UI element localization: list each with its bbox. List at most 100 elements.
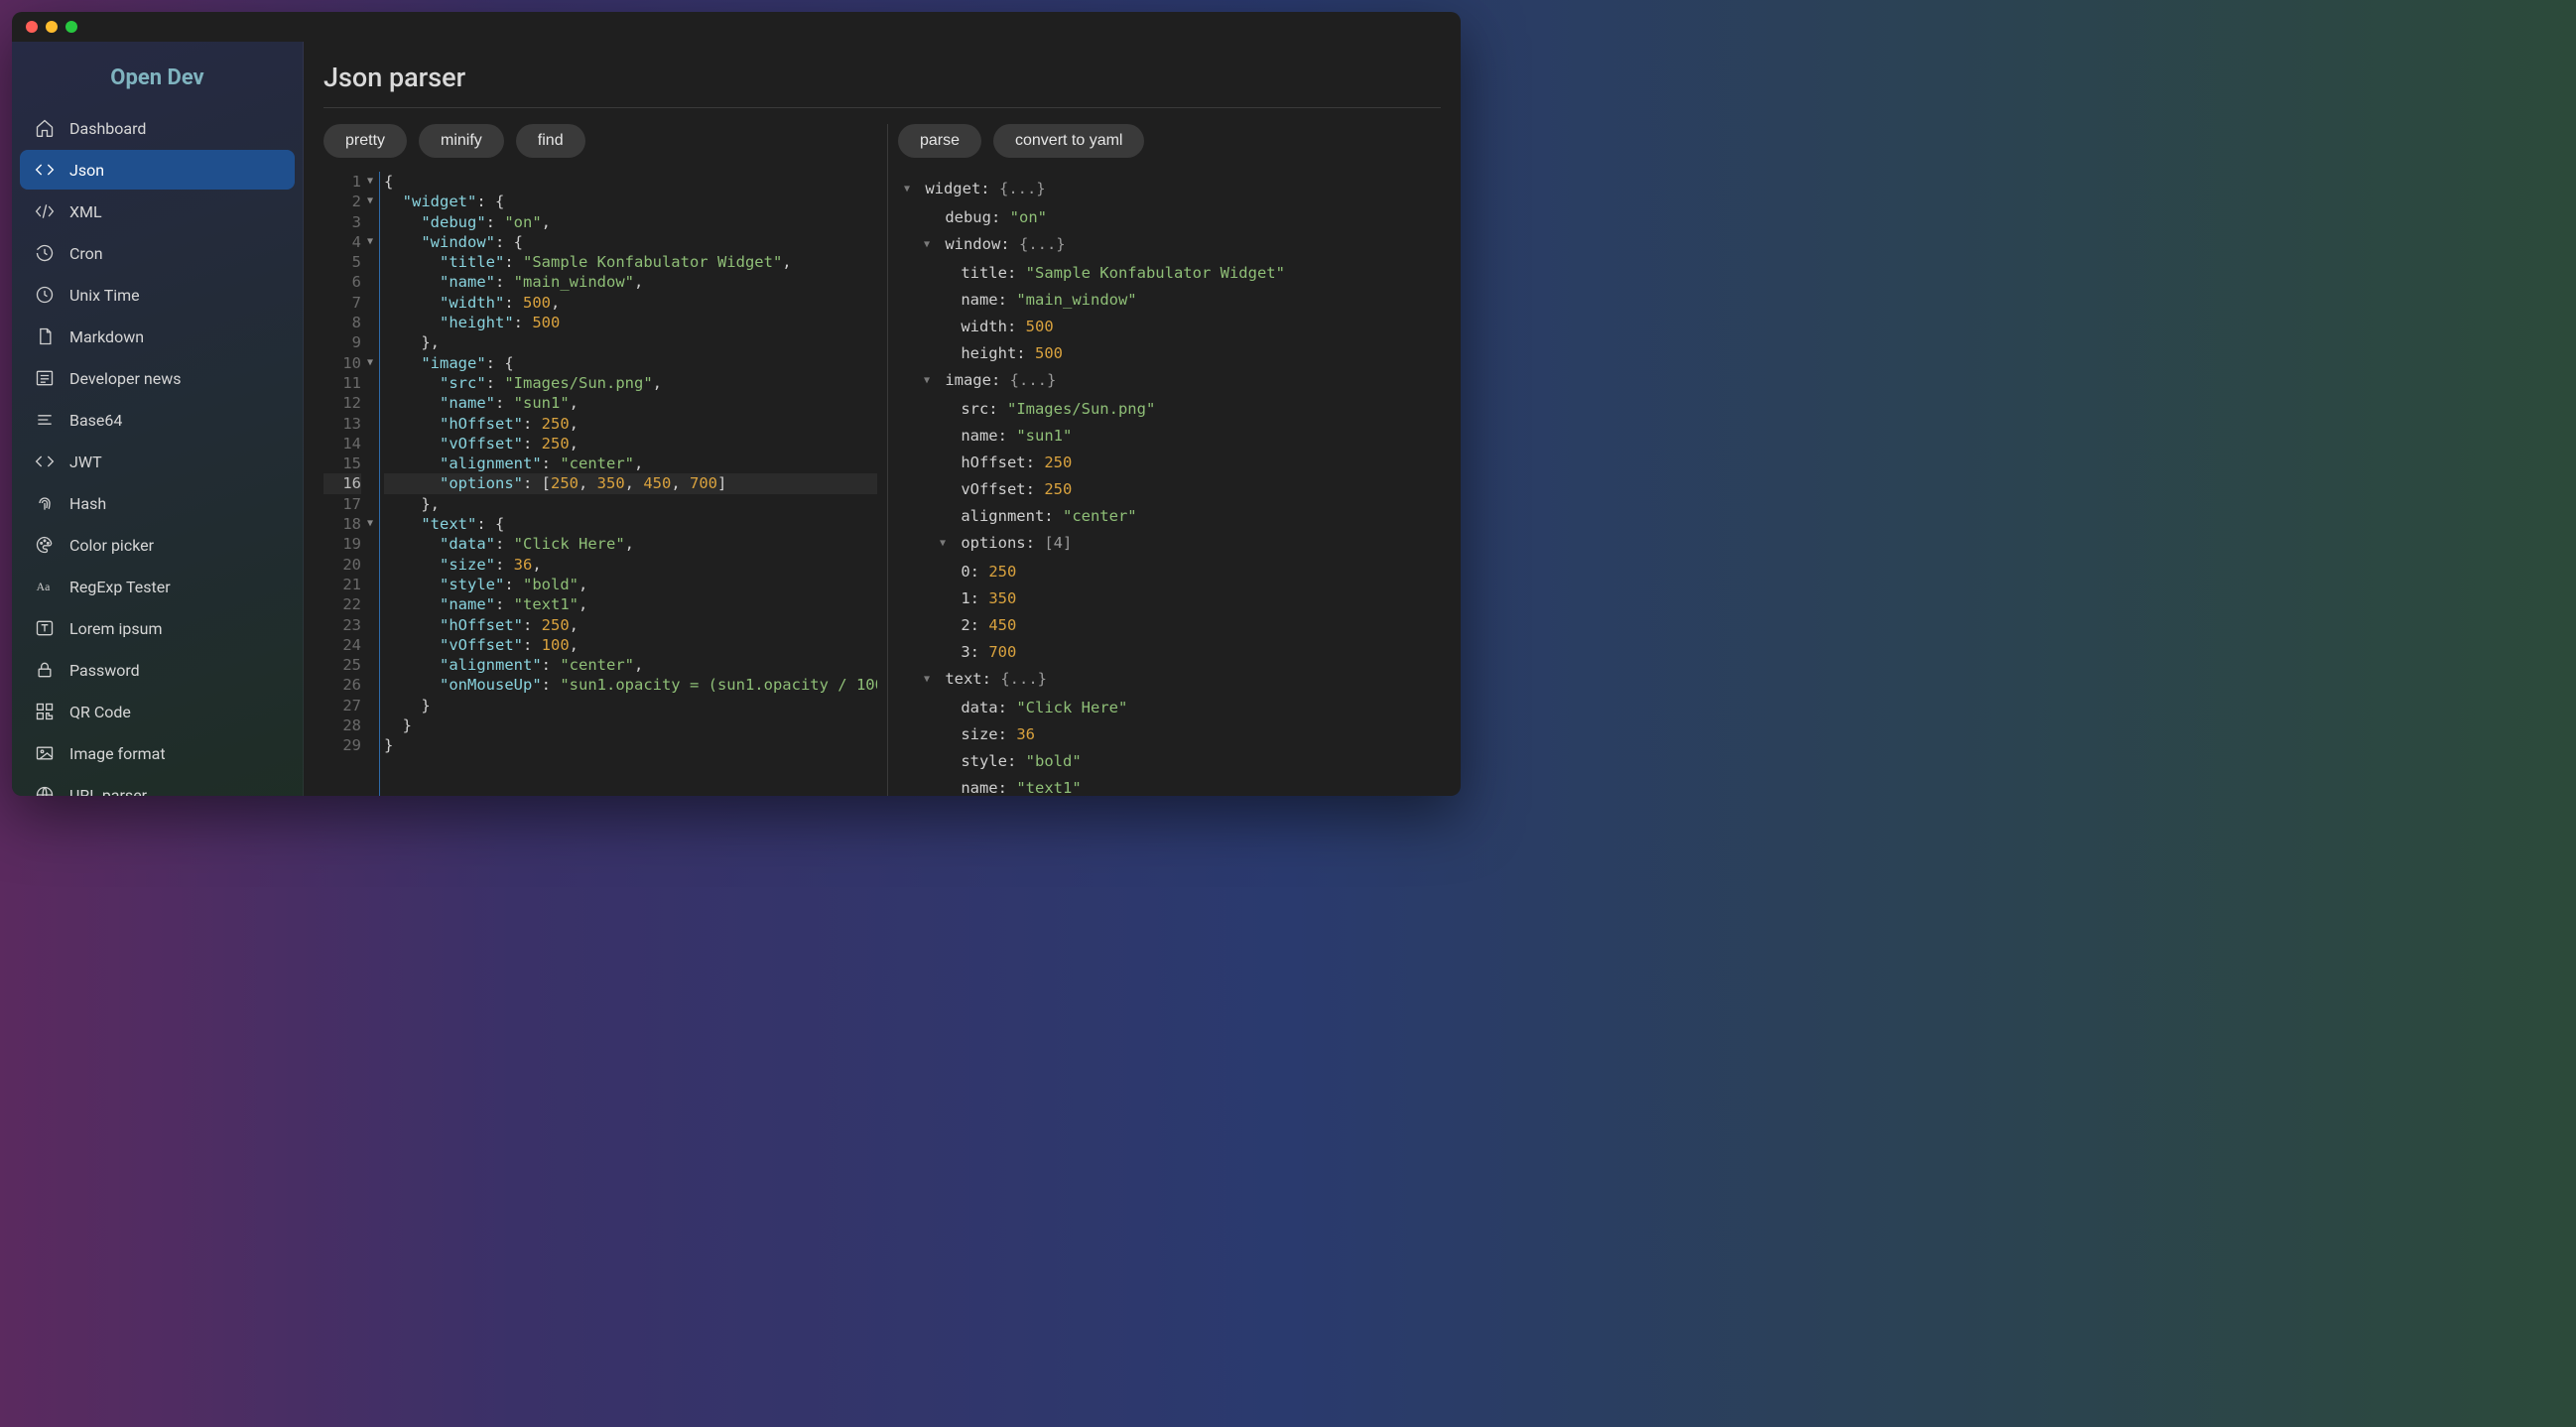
minify-button[interactable]: minify: [419, 124, 504, 158]
sidebar-item-qr-code[interactable]: QR Code: [20, 692, 295, 731]
tree-node[interactable]: height: 500: [898, 340, 1441, 367]
tree-node[interactable]: name: "sun1": [898, 423, 1441, 450]
code-line[interactable]: }: [384, 696, 877, 715]
code-line[interactable]: "style": "bold",: [384, 575, 877, 594]
code-line[interactable]: "vOffset": 100,: [384, 635, 877, 655]
code-line[interactable]: }: [384, 715, 877, 735]
image-icon: [34, 742, 56, 764]
sidebar-item-base64[interactable]: Base64: [20, 400, 295, 440]
caret-down-icon[interactable]: ▼: [924, 231, 936, 258]
sidebar-item-color-picker[interactable]: Color picker: [20, 525, 295, 565]
code-line[interactable]: },: [384, 332, 877, 352]
caret-down-icon[interactable]: ▼: [904, 176, 916, 202]
document-icon: [34, 325, 56, 347]
code-line[interactable]: "vOffset": 250,: [384, 434, 877, 454]
code-line[interactable]: }: [384, 735, 877, 755]
tree-node[interactable]: 1: 350: [898, 585, 1441, 612]
fold-toggle-icon[interactable]: ▼: [367, 514, 373, 534]
code-line[interactable]: "name": "text1",: [384, 594, 877, 614]
fold-toggle-icon[interactable]: ▼: [367, 192, 373, 211]
code-line[interactable]: "hOffset": 250,: [384, 414, 877, 434]
fold-toggle-icon[interactable]: ▼: [367, 232, 373, 252]
code-line[interactable]: "options": [250, 350, 450, 700]: [384, 473, 877, 493]
sidebar-item-label: Password: [69, 661, 140, 680]
lock-icon: [34, 659, 56, 681]
tree-node[interactable]: alignment: "center": [898, 503, 1441, 530]
fold-toggle-icon[interactable]: ▼: [367, 353, 373, 373]
tree-node[interactable]: hOffset: 250: [898, 450, 1441, 476]
editor-pane: pretty minify find 1▼2▼34▼5678910▼111213…: [323, 124, 888, 796]
tree-node[interactable]: debug: "on": [898, 204, 1441, 231]
sidebar-item-json[interactable]: Json: [20, 150, 295, 190]
code-line[interactable]: "text": {: [384, 514, 877, 534]
window-minimize-button[interactable]: [46, 21, 58, 33]
sidebar-item-image-format[interactable]: Image format: [20, 733, 295, 773]
parse-button[interactable]: parse: [898, 124, 981, 158]
svg-text:Aa: Aa: [37, 581, 51, 593]
code-line[interactable]: "widget": {: [384, 192, 877, 211]
tree-node[interactable]: 2: 450: [898, 612, 1441, 639]
find-button[interactable]: find: [516, 124, 585, 158]
code-line[interactable]: "data": "Click Here",: [384, 534, 877, 554]
tree-node[interactable]: 0: 250: [898, 559, 1441, 585]
sidebar-item-xml[interactable]: XML: [20, 192, 295, 231]
code-line[interactable]: "image": {: [384, 353, 877, 373]
code-line[interactable]: "name": "sun1",: [384, 393, 877, 413]
window-maximize-button[interactable]: [65, 21, 77, 33]
tree-node[interactable]: src: "Images/Sun.png": [898, 396, 1441, 423]
tree-node[interactable]: ▼ options: [4]: [898, 530, 1441, 559]
code-line[interactable]: "width": 500,: [384, 293, 877, 313]
tree-node[interactable]: ▼ widget: {...}: [898, 176, 1441, 204]
code-line[interactable]: "size": 36,: [384, 555, 877, 575]
tree-node[interactable]: name: "text1": [898, 775, 1441, 796]
tree-node[interactable]: style: "bold": [898, 748, 1441, 775]
code-line[interactable]: "name": "main_window",: [384, 272, 877, 292]
code-line[interactable]: "alignment": "center",: [384, 655, 877, 675]
tree-node[interactable]: ▼ window: {...}: [898, 231, 1441, 260]
sidebar-item-lorem-ipsum[interactable]: Lorem ipsum: [20, 608, 295, 648]
tree-node[interactable]: width: 500: [898, 314, 1441, 340]
code-line[interactable]: "alignment": "center",: [384, 454, 877, 473]
tree-node[interactable]: name: "main_window": [898, 287, 1441, 314]
sidebar-item-developer-news[interactable]: Developer news: [20, 358, 295, 398]
home-icon: [34, 117, 56, 139]
sidebar-item-jwt[interactable]: JWT: [20, 442, 295, 481]
tree-node[interactable]: title: "Sample Konfabulator Widget": [898, 260, 1441, 287]
code-line[interactable]: "debug": "on",: [384, 212, 877, 232]
code-line[interactable]: "src": "Images/Sun.png",: [384, 373, 877, 393]
code-line[interactable]: "hOffset": 250,: [384, 615, 877, 635]
sidebar-item-unix-time[interactable]: Unix Time: [20, 275, 295, 315]
sidebar-item-label: Lorem ipsum: [69, 619, 162, 638]
fingerprint-icon: [34, 492, 56, 514]
convert-yaml-button[interactable]: convert to yaml: [993, 124, 1144, 158]
sidebar-item-regexp-tester[interactable]: AaRegExp Tester: [20, 567, 295, 606]
fold-toggle-icon[interactable]: ▼: [367, 172, 373, 192]
code-line[interactable]: "onMouseUp": "sun1.opacity = (sun1.opaci…: [384, 675, 877, 695]
json-tree[interactable]: ▼ widget: {...} debug: "on"▼ window: {..…: [898, 172, 1441, 796]
sidebar-item-dashboard[interactable]: Dashboard: [20, 108, 295, 148]
sidebar-item-cron[interactable]: Cron: [20, 233, 295, 273]
tree-node[interactable]: 3: 700: [898, 639, 1441, 666]
code-line[interactable]: "title": "Sample Konfabulator Widget",: [384, 252, 877, 272]
caret-down-icon[interactable]: ▼: [924, 666, 936, 693]
code-line[interactable]: {: [384, 172, 877, 192]
sidebar-item-password[interactable]: Password: [20, 650, 295, 690]
code-line[interactable]: "window": {: [384, 232, 877, 252]
caret-down-icon[interactable]: ▼: [924, 367, 936, 394]
tree-node[interactable]: ▼ text: {...}: [898, 666, 1441, 695]
lines-icon: [34, 409, 56, 431]
code-line[interactable]: },: [384, 494, 877, 514]
pretty-button[interactable]: pretty: [323, 124, 407, 158]
sidebar-item-markdown[interactable]: Markdown: [20, 317, 295, 356]
window-close-button[interactable]: [26, 21, 38, 33]
sidebar-item-hash[interactable]: Hash: [20, 483, 295, 523]
caret-down-icon[interactable]: ▼: [940, 530, 952, 557]
tree-node[interactable]: ▼ image: {...}: [898, 367, 1441, 396]
json-editor[interactable]: 1▼2▼34▼5678910▼1112131415161718▼19202122…: [323, 172, 877, 796]
sidebar-item-label: XML: [69, 202, 102, 221]
sidebar-item-url-parser[interactable]: URL parser: [20, 775, 295, 796]
tree-node[interactable]: data: "Click Here": [898, 695, 1441, 721]
tree-node[interactable]: vOffset: 250: [898, 476, 1441, 503]
code-line[interactable]: "height": 500: [384, 313, 877, 332]
tree-node[interactable]: size: 36: [898, 721, 1441, 748]
